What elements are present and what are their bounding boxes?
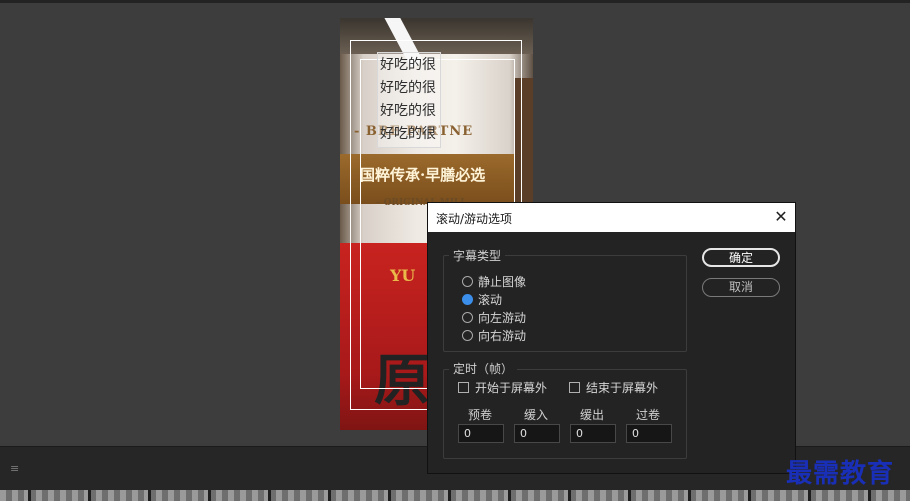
thumbnail-strip <box>0 490 910 501</box>
close-icon[interactable]: ✕ <box>771 207 791 227</box>
radio-label: 静止图像 <box>478 274 527 289</box>
strip-divider <box>388 490 391 501</box>
strip-divider <box>868 490 871 501</box>
postroll-input[interactable]: 0 <box>626 424 672 443</box>
strip-divider <box>508 490 511 501</box>
ease-out-label: 缓出 <box>580 408 605 422</box>
dialog-title: 滚动/游动选项 <box>436 212 513 226</box>
checkbox-label: 结束于屏幕外 <box>586 380 659 395</box>
checkbox[interactable] <box>458 381 469 393</box>
radio-crawl-left[interactable]: 向左游动 <box>462 309 526 325</box>
checkbox-label: 开始于屏幕外 <box>475 380 548 395</box>
title-text-line: 好吃的很 <box>380 126 436 142</box>
timing-legend: 定时（帧） <box>449 360 518 377</box>
dialog-titlebar[interactable]: 滚动/游动选项 ✕ <box>428 203 795 232</box>
radio-label: 滚动 <box>478 292 503 307</box>
strip-divider <box>88 490 91 501</box>
strip-divider <box>208 490 211 501</box>
ease-in-input[interactable]: 0 <box>514 424 560 443</box>
radio-button[interactable] <box>462 275 473 287</box>
preroll-input[interactable]: 0 <box>458 424 504 443</box>
ease-out-input[interactable]: 0 <box>570 424 616 443</box>
strip-divider <box>688 490 691 501</box>
title-text-line: 好吃的很 <box>380 80 436 96</box>
radio-button[interactable] <box>462 311 473 323</box>
strip-divider <box>448 490 451 501</box>
checkbox[interactable] <box>569 381 580 393</box>
cancel-button[interactable]: 取消 <box>702 278 780 297</box>
radio-button[interactable] <box>462 329 473 341</box>
roll-crawl-options-dialog: 滚动/游动选项 ✕ 字幕类型 静止图像 滚动 向左游动 向右游动 定时（帧） 开… <box>427 202 796 474</box>
title-type-legend: 字幕类型 <box>449 247 506 264</box>
title-text-line: 好吃的很 <box>380 57 436 73</box>
radio-button-selected[interactable] <box>462 293 473 305</box>
strip-divider <box>28 490 31 501</box>
radio-still[interactable]: 静止图像 <box>462 273 526 289</box>
strip-divider <box>328 490 331 501</box>
radio-label: 向右游动 <box>478 328 527 343</box>
panel-menu-icon[interactable]: ≡ <box>10 462 19 475</box>
strip-divider <box>808 490 811 501</box>
radio-label: 向左游动 <box>478 310 527 325</box>
title-text-line: 好吃的很 <box>380 103 436 119</box>
strip-divider <box>628 490 631 501</box>
strip-divider <box>568 490 571 501</box>
ok-button[interactable]: 确定 <box>702 248 780 267</box>
start-offscreen-checkbox-row[interactable]: 开始于屏幕外 <box>458 379 547 395</box>
radio-crawl-right[interactable]: 向右游动 <box>462 327 526 343</box>
watermark-logo: 最需教育 <box>786 459 895 489</box>
postroll-label: 过卷 <box>636 408 661 422</box>
strip-divider <box>748 490 751 501</box>
end-offscreen-checkbox-row[interactable]: 结束于屏幕外 <box>569 379 658 395</box>
strip-divider <box>268 490 271 501</box>
strip-divider <box>148 490 151 501</box>
ease-in-label: 缓入 <box>524 408 549 422</box>
radio-roll[interactable]: 滚动 <box>462 291 502 307</box>
preroll-label: 预卷 <box>468 408 493 422</box>
